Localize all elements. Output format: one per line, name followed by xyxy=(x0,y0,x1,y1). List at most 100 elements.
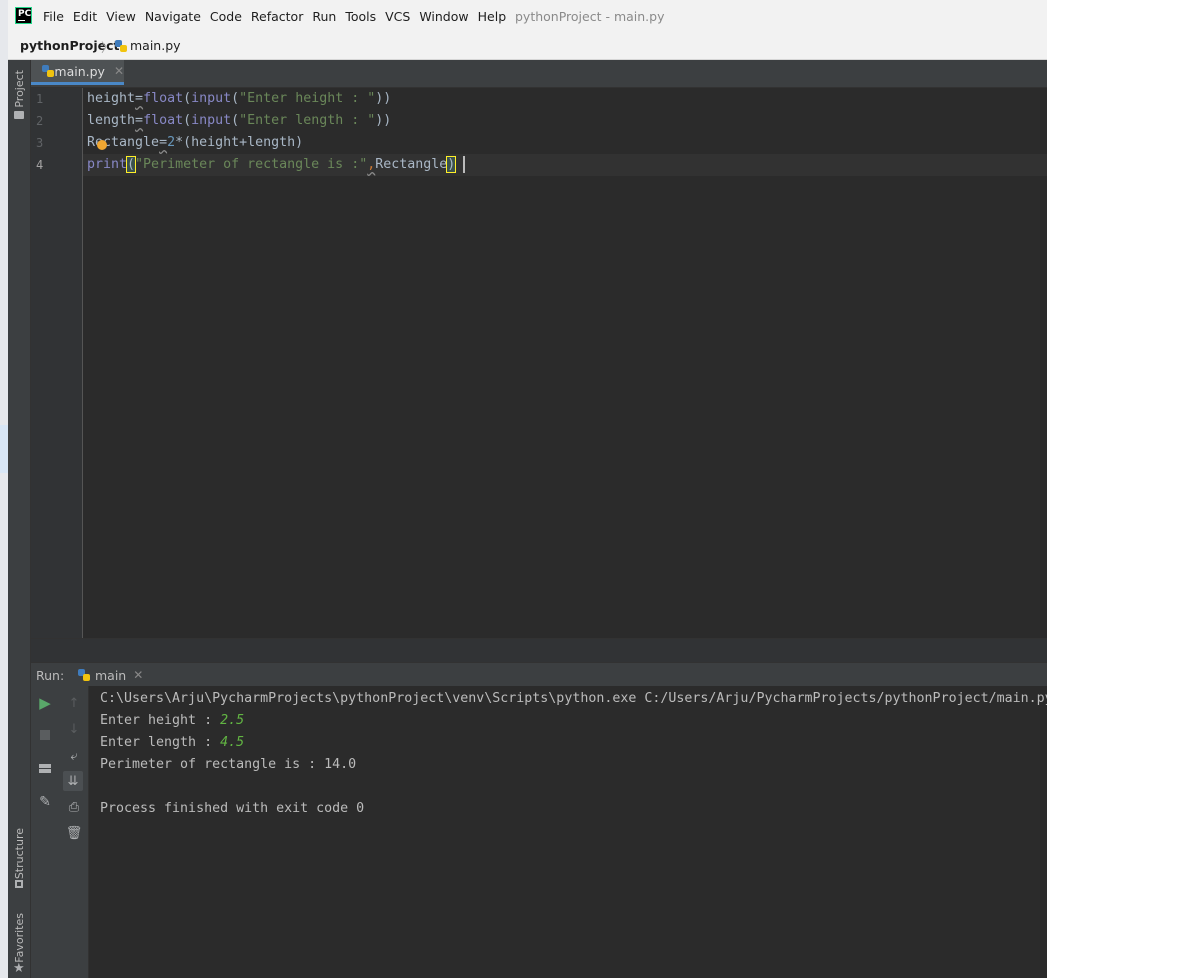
python-run-icon xyxy=(78,669,90,681)
menu-code[interactable]: Code xyxy=(210,9,242,24)
line-number: 3 xyxy=(36,136,44,150)
token-paren: ( xyxy=(183,113,192,128)
console-command-line: C:\Users\Arju\PycharmProjects\pythonProj… xyxy=(100,691,1047,706)
window-title: pythonProject - main.py xyxy=(515,9,665,24)
python-file-icon xyxy=(115,39,127,52)
user-input-value: 2.5 xyxy=(220,713,245,728)
breadcrumb-separator: 〉 xyxy=(101,40,114,55)
stop-icon[interactable] xyxy=(35,725,55,745)
token-paren: )) xyxy=(375,113,392,128)
token-string: "Enter height : " xyxy=(239,91,376,106)
trash-icon[interactable]: 🗑 xyxy=(64,823,84,843)
prompt-text: Enter length : xyxy=(100,735,221,750)
menu-vcs[interactable]: VCS xyxy=(385,9,410,24)
pin-icon[interactable]: ✎ xyxy=(35,792,55,812)
editor-tab-bar: main.py ✕ xyxy=(31,60,1047,88)
token-string: "Perimeter of rectangle is :" xyxy=(135,157,368,172)
star-icon: ★ xyxy=(13,961,25,976)
background-window-strip xyxy=(0,0,8,978)
intention-bulb-icon[interactable] xyxy=(97,140,107,150)
scroll-to-end-icon[interactable]: ⇊ xyxy=(63,771,83,791)
left-tool-strip: Project Structure Favorites ★ xyxy=(8,60,31,978)
project-tool-button[interactable]: Project xyxy=(13,70,26,108)
line-number: 1 xyxy=(36,92,44,106)
print-icon[interactable]: ⎙ xyxy=(64,797,84,817)
token-string: "Enter length : " xyxy=(239,113,376,128)
token-builtin: input xyxy=(191,91,232,106)
code-editor[interactable]: height=float(input("Enter height : ")) l… xyxy=(83,88,1047,638)
menu-help[interactable]: Help xyxy=(478,9,507,24)
folder-icon xyxy=(14,111,24,119)
token-paren-matched: ) xyxy=(446,156,457,173)
token-paren: ( xyxy=(231,113,240,128)
down-arrow-icon[interactable]: ↓ xyxy=(64,719,84,739)
pycharm-window: PC File Edit View Navigate Code Refactor… xyxy=(8,0,1047,978)
menu-bar: PC File Edit View Navigate Code Refactor… xyxy=(8,0,1047,33)
token-identifier: Rectangle xyxy=(375,157,448,172)
run-tab-label: main xyxy=(95,667,127,683)
breadcrumb-file[interactable]: main.py xyxy=(115,38,181,53)
token-identifier: height xyxy=(87,91,136,106)
token-builtin: print xyxy=(87,157,128,172)
structure-tool-button[interactable]: Structure xyxy=(13,828,26,879)
console-result-line: Perimeter of rectangle is : 14.0 xyxy=(100,757,357,772)
menu-refactor[interactable]: Refactor xyxy=(251,9,303,24)
run-toolbar-secondary: ↑ ↓ ⤶ ⇊ ⎙ 🗑 xyxy=(60,686,89,978)
text-caret xyxy=(463,156,465,173)
token-identifier: length xyxy=(87,113,136,128)
console-exit-line: Process finished with exit code 0 xyxy=(100,801,365,816)
run-console-output[interactable]: C:\Users\Arju\PycharmProjects\pythonProj… xyxy=(89,686,1047,978)
tab-main-py[interactable]: main.py ✕ xyxy=(31,60,124,85)
close-tab-icon[interactable]: ✕ xyxy=(114,64,124,78)
code-line-3[interactable]: Rectangle=2*(height+length) xyxy=(87,132,303,154)
token-builtin: float xyxy=(143,113,184,128)
token-number: 2 xyxy=(167,135,176,150)
token-operator: = xyxy=(159,135,168,150)
menu-view[interactable]: View xyxy=(106,9,136,24)
editor-horizontal-scroll[interactable] xyxy=(31,638,1047,662)
prompt-text: Enter height : xyxy=(100,713,221,728)
token-operator: = xyxy=(135,113,144,128)
breadcrumb-file-label: main.py xyxy=(130,38,181,53)
token-builtin: input xyxy=(191,113,232,128)
structure-icon xyxy=(15,880,23,888)
run-panel-header: Run: main ✕ xyxy=(31,662,1047,687)
user-input-value: 4.5 xyxy=(220,735,245,750)
token-expression: *(height+length) xyxy=(175,135,304,150)
background-highlight xyxy=(0,425,8,473)
pycharm-logo-icon: PC xyxy=(15,7,32,24)
code-line-1[interactable]: height=float(input("Enter height : ")) xyxy=(87,88,391,110)
token-paren-matched: ( xyxy=(126,156,137,173)
menu-edit[interactable]: Edit xyxy=(73,9,97,24)
code-line-2[interactable]: length=float(input("Enter length : ")) xyxy=(87,110,391,132)
line-number-gutter: 1 2 3 4 xyxy=(31,88,83,638)
console-line-length: Enter length : 4.5 xyxy=(100,732,244,754)
soft-wrap-icon[interactable]: ⤶ xyxy=(64,746,84,766)
token-operator: = xyxy=(135,91,144,106)
code-line-4[interactable]: print("Perimeter of rectangle is :",Rect… xyxy=(87,154,457,176)
run-toolbar-primary: ▶ ✎ xyxy=(31,686,61,978)
menu-window[interactable]: Window xyxy=(419,9,468,24)
token-paren: ( xyxy=(183,91,192,106)
tab-label: main.py xyxy=(54,63,105,79)
favorites-tool-button[interactable]: Favorites xyxy=(13,913,26,963)
menu-run[interactable]: Run xyxy=(312,9,336,24)
run-panel-label: Run: xyxy=(36,668,65,683)
menu-navigate[interactable]: Navigate xyxy=(145,9,201,24)
up-arrow-icon[interactable]: ↑ xyxy=(64,693,84,713)
token-builtin: float xyxy=(143,91,184,106)
navigation-bar: pythonProject 〉 main.py xyxy=(8,33,1047,60)
menu-tools[interactable]: Tools xyxy=(345,9,376,24)
logo-text: PC xyxy=(18,9,32,19)
layout-icon[interactable] xyxy=(35,758,55,778)
run-tab-main[interactable]: main ✕ xyxy=(78,663,143,687)
console-line-height: Enter height : 2.5 xyxy=(100,710,244,732)
token-paren: ( xyxy=(231,91,240,106)
rerun-play-icon[interactable]: ▶ xyxy=(35,693,55,713)
close-run-tab-icon[interactable]: ✕ xyxy=(133,668,143,682)
token-paren: )) xyxy=(375,91,392,106)
line-number: 2 xyxy=(36,114,44,128)
python-file-icon xyxy=(42,65,54,77)
line-number-current: 4 xyxy=(36,158,44,172)
menu-file[interactable]: File xyxy=(43,9,64,24)
